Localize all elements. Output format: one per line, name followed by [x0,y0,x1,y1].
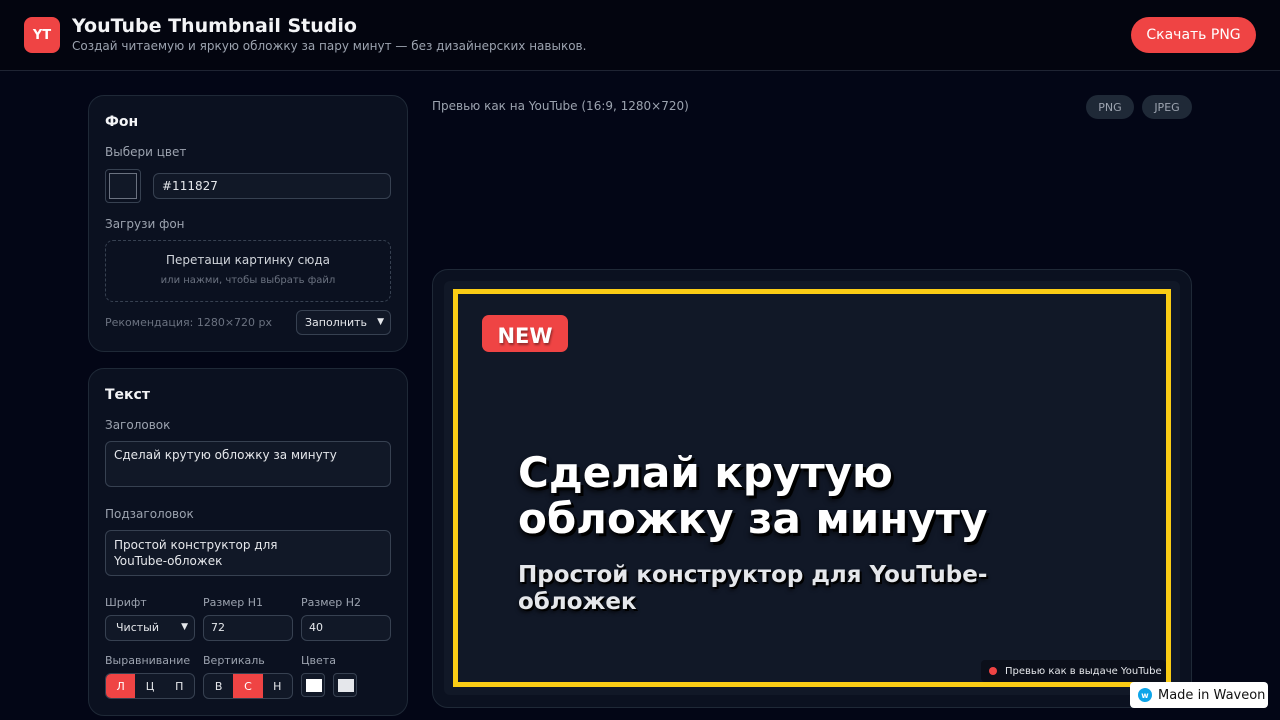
made-in-waveon-badge[interactable]: w Made in Waveon [1130,682,1268,708]
heading-textarea[interactable]: Сделай крутую обложку за минуту [105,441,391,487]
align-center-button[interactable]: Ц [135,674,164,698]
background-dropzone[interactable]: Перетащи картинку сюда или нажми, чтобы … [105,240,391,302]
red-dot-icon [989,667,997,675]
vertical-center-button[interactable]: С [233,674,263,698]
new-badge[interactable]: NEW [482,315,568,352]
app-logo: YT [24,17,60,53]
heading-color-fill [306,679,322,692]
subheading-color-fill [338,679,354,692]
subheading-label: Подзаголовок [105,507,194,521]
text-panel: Текст Заголовок Сделай крутую обложку за… [88,368,408,716]
align-label: Выравнивание [105,654,191,667]
vertical-bottom-button[interactable]: Н [263,674,292,698]
h2-size-label: Размер H2 [301,596,362,609]
chevron-down-icon: ▼ [181,622,188,632]
format-png-button[interactable]: PNG [1086,95,1134,119]
vertical-label: Вертикаль [203,654,265,667]
align-segmented-control: Л Ц П [105,673,195,699]
font-label: Шрифт [105,596,147,609]
vertical-segmented-control: В С Н [203,673,293,699]
background-fit-select[interactable]: Заполнить ▼ [296,310,391,335]
waveon-logo-icon: w [1138,688,1152,702]
app-title: YouTube Thumbnail Studio [72,15,357,37]
h2-size-input[interactable]: 40 [301,615,391,641]
text-panel-title: Текст [105,387,150,403]
chevron-down-icon: ▼ [377,317,384,327]
h1-size-label: Размер H1 [203,596,264,609]
dropzone-sub-text: или нажми, чтобы выбрать файл [160,275,336,286]
app-subtitle: Создай читаемую и яркую обложку за пару … [72,39,587,53]
youtube-preview-hint-text: Превью как в выдаче YouTube [1005,665,1162,677]
font-select[interactable]: Чистый ▼ [105,615,195,641]
thumbnail-heading[interactable]: Сделай крутую обложку за минуту [518,450,1078,542]
format-jpeg-button[interactable]: JPEG [1142,95,1192,119]
heading-color-swatch[interactable] [301,673,325,697]
made-in-waveon-text: Made in Waveon [1158,687,1266,703]
align-left-button[interactable]: Л [106,674,136,698]
dropzone-main-text: Перетащи картинку сюда [165,253,331,267]
background-panel: Фон Выбери цвет #111827 Загрузи фон Пере… [88,95,408,352]
background-color-preview [109,173,137,199]
subheading-textarea[interactable]: Простой конструктор для YouTube-обложек [105,530,391,576]
colors-label: Цвета [301,654,336,667]
background-color-input[interactable]: #111827 [153,173,391,199]
vertical-top-button[interactable]: В [204,674,233,698]
font-select-value: Чистый [116,621,159,634]
background-color-swatch[interactable] [105,169,141,203]
color-picker-label: Выбери цвет [105,145,187,159]
size-recommendation: Рекомендация: 1280×720 px [105,316,273,329]
align-right-button[interactable]: П [165,674,194,698]
subheading-color-swatch[interactable] [333,673,357,697]
download-png-button[interactable]: Скачать PNG [1131,17,1256,53]
h1-size-input[interactable]: 72 [203,615,293,641]
background-panel-title: Фон [105,114,139,130]
youtube-preview-hint: Превью как в выдаче YouTube [981,660,1166,682]
upload-background-label: Загрузи фон [105,217,185,231]
app-header: YT YouTube Thumbnail Studio Создай читае… [0,0,1280,71]
thumbnail-subheading[interactable]: Простой конструктор для YouTube-обложек [518,562,1018,616]
background-fit-value: Заполнить [305,316,367,329]
heading-label: Заголовок [105,418,171,432]
preview-label: Превью как на YouTube (16:9, 1280×720) [432,99,689,113]
